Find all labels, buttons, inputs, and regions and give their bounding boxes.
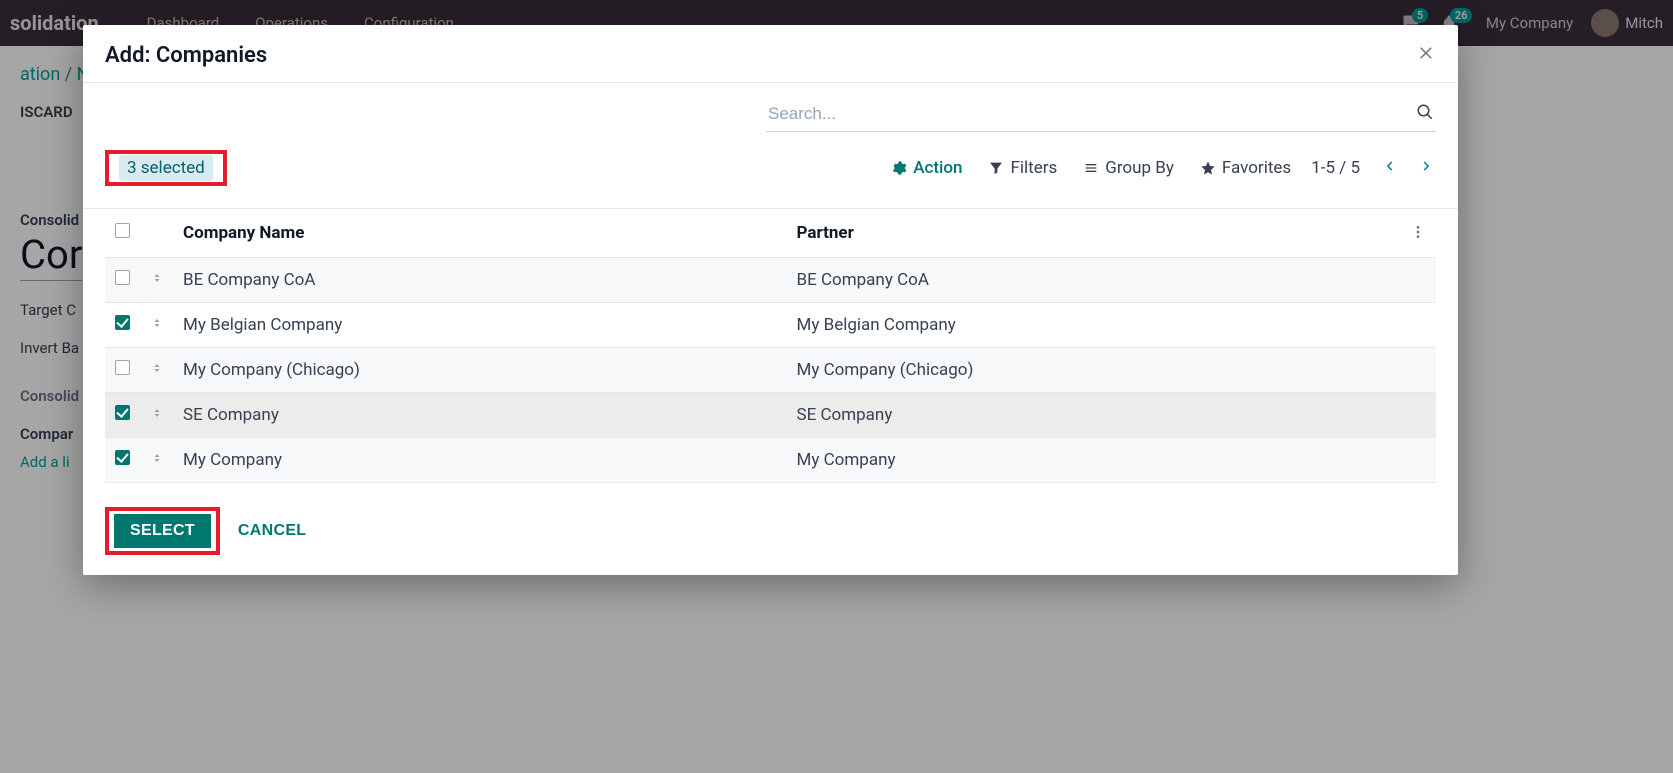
row-checkbox[interactable]	[115, 450, 130, 465]
list-icon	[1083, 160, 1099, 176]
chevron-left-icon	[1380, 157, 1398, 175]
star-icon	[1200, 160, 1216, 176]
pager-text: 1-5 / 5	[1311, 158, 1360, 178]
gear-icon	[891, 160, 907, 176]
row-company: BE Company CoA	[173, 258, 787, 303]
close-icon[interactable]	[1418, 43, 1436, 68]
drag-handle-icon[interactable]	[151, 270, 163, 290]
row-partner: SE Company	[787, 393, 1401, 438]
select-button[interactable]: SELECT	[114, 514, 211, 548]
row-partner: My Company (Chicago)	[787, 348, 1401, 393]
column-company[interactable]: Company Name	[173, 209, 787, 258]
row-company: SE Company	[173, 393, 787, 438]
chevron-right-icon	[1418, 157, 1436, 175]
column-partner[interactable]: Partner	[787, 209, 1401, 258]
groupby-menu[interactable]: Group By	[1083, 158, 1174, 178]
drag-handle-icon[interactable]	[151, 315, 163, 335]
table-row[interactable]: SE CompanySE Company	[105, 393, 1436, 438]
filters-label: Filters	[1010, 158, 1057, 178]
search-icon[interactable]	[1416, 103, 1434, 125]
selected-count-badge: 3 selected	[119, 155, 213, 181]
row-checkbox[interactable]	[115, 405, 130, 420]
row-checkbox[interactable]	[115, 270, 130, 285]
columns-menu-icon[interactable]	[1410, 221, 1426, 245]
drag-handle-icon[interactable]	[151, 450, 163, 470]
row-partner: My Company	[787, 438, 1401, 483]
filter-icon	[988, 160, 1004, 176]
search-box[interactable]	[766, 97, 1436, 132]
dialog-title: Add: Companies	[105, 43, 267, 68]
search-input[interactable]	[768, 104, 1416, 124]
table-row[interactable]: My Company (Chicago)My Company (Chicago)	[105, 348, 1436, 393]
row-partner: BE Company CoA	[787, 258, 1401, 303]
add-companies-dialog: Add: Companies 3 selected Action	[83, 25, 1458, 575]
drag-handle-icon[interactable]	[151, 360, 163, 380]
row-checkbox[interactable]	[115, 360, 130, 375]
pager-next[interactable]	[1418, 157, 1436, 180]
table-row[interactable]: My Belgian CompanyMy Belgian Company	[105, 303, 1436, 348]
row-partner: My Belgian Company	[787, 303, 1401, 348]
drag-handle-icon[interactable]	[151, 405, 163, 425]
row-checkbox[interactable]	[115, 315, 130, 330]
dialog-header: Add: Companies	[83, 25, 1458, 83]
cancel-button[interactable]: CANCEL	[238, 522, 306, 540]
table-row[interactable]: My CompanyMy Company	[105, 438, 1436, 483]
groupby-label: Group By	[1105, 158, 1174, 178]
row-company: My Company (Chicago)	[173, 348, 787, 393]
selected-count-highlight: 3 selected	[105, 150, 227, 186]
select-all-checkbox[interactable]	[115, 223, 130, 238]
row-company: My Company	[173, 438, 787, 483]
row-company: My Belgian Company	[173, 303, 787, 348]
select-button-highlight: SELECT	[105, 507, 220, 555]
pager-prev[interactable]	[1380, 157, 1398, 180]
companies-table: Company Name Partner BE Company CoABE Co…	[105, 209, 1436, 483]
action-label: Action	[913, 158, 962, 178]
filters-menu[interactable]: Filters	[988, 158, 1057, 178]
table-row[interactable]: BE Company CoABE Company CoA	[105, 258, 1436, 303]
pager: 1-5 / 5	[1311, 157, 1436, 180]
favorites-label: Favorites	[1222, 158, 1291, 178]
action-menu[interactable]: Action	[891, 158, 962, 178]
favorites-menu[interactable]: Favorites	[1200, 158, 1291, 178]
